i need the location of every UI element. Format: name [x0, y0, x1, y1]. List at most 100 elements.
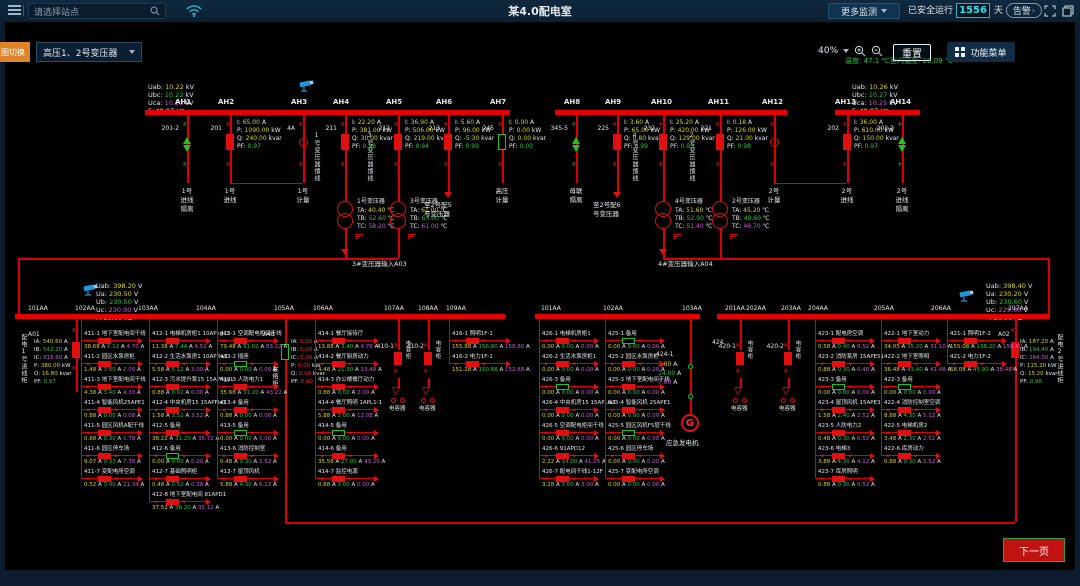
- capacitor-icon: [742, 398, 747, 403]
- zoom-in-icon[interactable]: [854, 45, 866, 57]
- incoming-meter-row: P: 380.00 kW: [34, 364, 71, 370]
- reset-view-button[interactable]: 重置: [893, 44, 931, 61]
- arrowhead-icon: [274, 384, 279, 390]
- arrowhead-icon: [1002, 361, 1007, 367]
- arrowhead-icon: [274, 407, 279, 413]
- transformer-name: 4号变压器: [675, 199, 703, 205]
- disconnector-icon: «: [441, 122, 449, 127]
- next-page-button[interactable]: 下一页: [1003, 538, 1065, 562]
- feeder-breaker-open-icon: [332, 430, 345, 436]
- bay-note-label: 至2号配6: [593, 202, 621, 209]
- arrowhead-icon: [870, 361, 875, 367]
- feeder-breaker-closed-icon: [234, 384, 247, 390]
- arrowhead-icon: [374, 476, 379, 482]
- arrowhead-icon: [660, 407, 665, 413]
- more-monitor-dropdown[interactable]: 更多监测: [828, 3, 900, 19]
- bay-name-label: 1号: [214, 188, 246, 195]
- arrowhead-icon: [274, 338, 279, 344]
- generator-label: 应急发电机: [666, 440, 699, 447]
- bus-section-label: 109AA: [446, 306, 466, 312]
- arrowhead-icon: [870, 407, 875, 413]
- arrowhead-icon: [206, 338, 211, 344]
- feeder-breaker-closed-icon: [556, 338, 569, 344]
- feeder-row-values: 0.58 A 0.40 A 0.52 A: [818, 345, 875, 351]
- transformer-temp: TC: 46.70 ℃: [732, 224, 769, 230]
- capacitor-icon: [391, 398, 396, 403]
- hamburger-menu-icon[interactable]: [8, 5, 21, 16]
- ground-icon: [673, 238, 675, 239]
- fullscreen-icon[interactable]: [1044, 5, 1056, 17]
- arrowhead-icon: [274, 361, 279, 367]
- feeder-row-label: 412-4 中央机房15 15APFla1: [152, 401, 226, 407]
- arrowhead-icon: [936, 338, 941, 344]
- feeder-row-values: 5.88 A 4.30 A 6.12 A: [220, 483, 277, 489]
- top-bar: 请选择站点 某4.0配电室 更多监测 已安全运行 1556 天 告警›: [0, 0, 1080, 22]
- window-copy-icon[interactable]: [1062, 5, 1074, 17]
- alarm-button[interactable]: 告警›: [1006, 3, 1042, 18]
- feeder-row-values: 0.88 A 0.00 A 2.00 A: [318, 391, 375, 397]
- bay-meter-row: PF: 0.98: [727, 144, 751, 150]
- capacitor-label: 电容器: [731, 407, 748, 413]
- bus-section-label: 204AA: [808, 306, 828, 312]
- disconnector-icon: «: [767, 162, 775, 167]
- bay-meter-row: Q: 0.00 kvar: [509, 136, 546, 142]
- arrowhead-icon: [374, 361, 379, 367]
- bay-meter-row: I: 65.00 A: [237, 120, 266, 126]
- bay-name-label: 计量: [758, 197, 790, 204]
- feeder-breaker-closed-icon: [556, 476, 569, 482]
- bus-section-label: 205AA: [874, 306, 894, 312]
- bus-section-label: AH4: [333, 99, 349, 106]
- bay-name-label: 进线: [831, 197, 863, 204]
- feeder-row-values: 0.00 A 0.00 A 0.00 A: [542, 345, 599, 351]
- zoom-out-icon[interactable]: [871, 45, 883, 57]
- transformer-temp: TC: 58.20 ℃: [357, 224, 394, 230]
- transformer-selector-dropdown[interactable]: 高压1、2号变压器: [36, 42, 142, 62]
- tie-meter-row: IC: 0.00 A: [291, 356, 318, 362]
- feeder-breaker-closed-icon: [332, 361, 345, 367]
- bay-name-label: 1号: [171, 188, 203, 195]
- bus-section-label: 105AA: [274, 306, 294, 312]
- bus-section-label: 104AA: [196, 306, 216, 312]
- wifi-icon[interactable]: [186, 5, 202, 17]
- zoom-level-dropdown[interactable]: 40%: [818, 46, 838, 56]
- function-menu-button[interactable]: 功能菜单: [947, 42, 1015, 62]
- lv-voltage-left-row: Uc: 230.00 V: [96, 307, 138, 314]
- disconnector-icon: «: [441, 162, 449, 167]
- disconnector-icon: «: [180, 162, 188, 167]
- transformer-temp: TB: 49.60 ℃: [732, 216, 770, 222]
- capacitor-icon: ▽: [422, 387, 430, 397]
- diagram-switch-button[interactable]: 图切换: [0, 42, 30, 62]
- feeder-breaker-closed-icon: [466, 361, 479, 367]
- disconnector-icon: [898, 145, 906, 152]
- disconnector-icon: «: [656, 162, 664, 167]
- station-search-input[interactable]: 请选择站点: [28, 3, 166, 19]
- capacitor-cabinet-label: 电容柜: [794, 340, 800, 360]
- feeder-row-values: 0.88 A 0.30 A 0.52 A: [818, 483, 875, 489]
- capacitor-label: 电容器: [389, 407, 406, 413]
- hv-busbar: [555, 110, 787, 115]
- loop-line: [1015, 392, 1017, 522]
- arrowhead-icon: [1002, 338, 1007, 344]
- disconnector-icon: «: [733, 343, 741, 348]
- cctv-camera-icon: [958, 289, 976, 302]
- feeder-row-values: 0.00 A 0.00 A 0.00 A: [220, 368, 277, 374]
- search-icon[interactable]: [150, 6, 160, 16]
- chevron-down-icon[interactable]: [843, 49, 849, 53]
- arrowhead-icon: [206, 407, 211, 413]
- feeder-breaker-open-icon: [832, 384, 845, 390]
- feeder-breaker-closed-icon: [964, 338, 977, 344]
- ground-icon: [673, 236, 678, 237]
- feed-line: [1048, 258, 1050, 316]
- bay-name-label: 计量: [486, 197, 518, 204]
- feeder-breaker-closed-icon: [98, 361, 111, 367]
- arrowhead-icon: [206, 430, 211, 436]
- capacitor-icon: ▽: [782, 387, 790, 397]
- bay-meter-row: PF: 0.94: [405, 144, 429, 150]
- arrowhead-icon: [206, 499, 211, 505]
- bay-id: 202-2: [866, 126, 894, 132]
- bus-section-label: 206AA: [931, 306, 951, 312]
- arrowhead-icon: [506, 361, 511, 367]
- bus-section-label: AH12: [762, 99, 783, 106]
- bus-section-label: 101AA: [28, 306, 48, 312]
- feeder-breaker-closed-icon: [98, 453, 111, 459]
